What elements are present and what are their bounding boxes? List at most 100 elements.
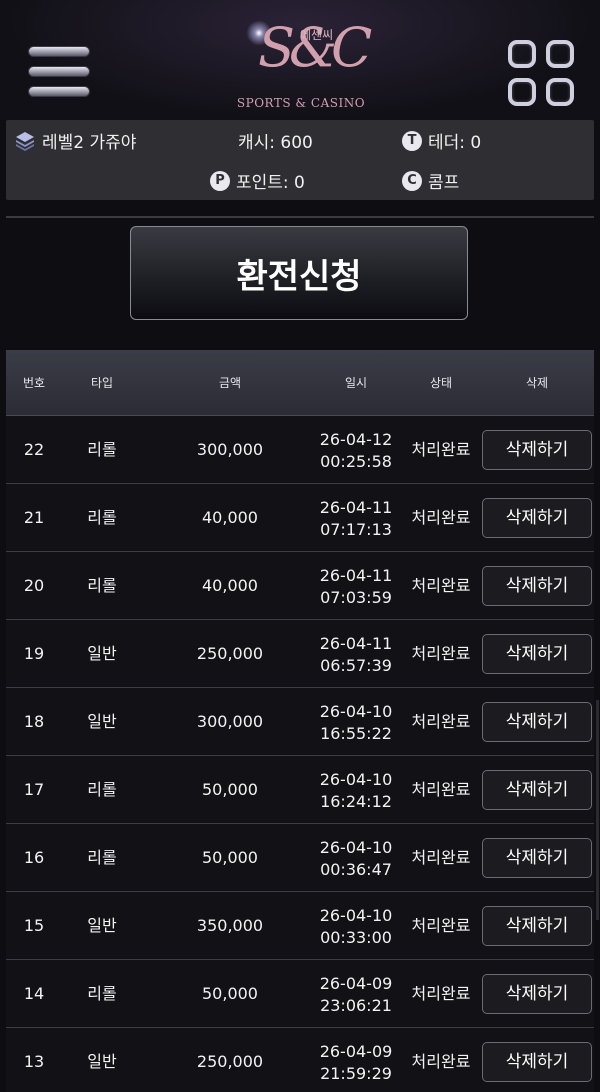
- row-amount: 40,000: [202, 508, 258, 527]
- table-row: 22 리롤 300,000 26-04-12 00:25:58 처리완료 삭제하기: [6, 416, 594, 484]
- level-info: 레벨2 가쥬야: [14, 128, 136, 153]
- row-status: 처리완료: [411, 712, 471, 731]
- row-amount: 300,000: [196, 440, 264, 459]
- delete-button[interactable]: 삭제하기: [482, 634, 592, 674]
- row-type: 리롤: [87, 984, 117, 1003]
- tether-t-icon: T: [402, 130, 422, 151]
- row-date: 26-04-10: [319, 702, 393, 721]
- tether-text: 테더: 0: [428, 133, 482, 153]
- row-type: 일반: [87, 1052, 117, 1071]
- row-amount: 50,000: [202, 984, 258, 1003]
- row-number: 14: [23, 984, 45, 1003]
- row-date: 26-04-10: [319, 770, 393, 789]
- level-layers-icon: [16, 131, 34, 151]
- row-status: 처리완료: [411, 440, 471, 459]
- row-time: 07:17:13: [320, 520, 392, 539]
- delete-button[interactable]: 삭제하기: [482, 498, 592, 538]
- table-row: 14 리롤 50,000 26-04-09 23:06:21 처리완료 삭제하기: [6, 960, 594, 1028]
- table-row: 21 리롤 40,000 26-04-11 07:17:13 처리완료 삭제하기: [6, 484, 594, 552]
- header-status: 상태: [429, 376, 453, 390]
- points-info: P 포인트: 0: [210, 168, 305, 193]
- divider: [6, 216, 594, 218]
- row-amount: 50,000: [202, 848, 258, 867]
- row-status: 처리완료: [411, 780, 471, 799]
- row-date: 26-04-11: [319, 634, 393, 653]
- grid-menu-icon[interactable]: [508, 40, 574, 106]
- row-date: 26-04-09: [319, 974, 393, 993]
- row-time: 16:24:12: [320, 792, 392, 811]
- points-text: 포인트: 0: [236, 173, 305, 193]
- site-logo[interactable]: S&C 에센씨 SPORTS & CASINO: [236, 8, 372, 112]
- row-amount: 250,000: [196, 1052, 264, 1071]
- points-p-icon: P: [210, 170, 230, 191]
- row-datetime: 26-04-09 21:59:29: [306, 1041, 406, 1085]
- delete-button[interactable]: 삭제하기: [482, 1042, 592, 1082]
- table-row: 15 일반 350,000 26-04-10 00:33:00 처리완료 삭제하기: [6, 892, 594, 960]
- row-amount: 250,000: [196, 644, 264, 663]
- level-text: 레벨2 가쥬야: [42, 133, 137, 153]
- row-time: 16:55:22: [320, 724, 392, 743]
- row-status: 처리완료: [411, 644, 471, 663]
- hamburger-menu-icon[interactable]: [28, 46, 90, 100]
- row-number: 20: [23, 576, 45, 595]
- row-time: 00:25:58: [320, 452, 392, 471]
- row-number: 21: [23, 508, 45, 527]
- row-time: 07:03:59: [320, 588, 392, 607]
- table-row: 17 리롤 50,000 26-04-10 16:24:12 처리완료 삭제하기: [6, 756, 594, 824]
- delete-button[interactable]: 삭제하기: [482, 430, 592, 470]
- table-header: 번호 타입 금액 일시 상태 삭제: [6, 350, 594, 416]
- logo-korean-text: 에센씨: [300, 28, 334, 42]
- comp-text[interactable]: 콤프: [428, 168, 459, 193]
- row-time: 00:36:47: [320, 860, 392, 879]
- row-datetime: 26-04-10 00:36:47: [306, 837, 406, 881]
- header-datetime: 일시: [344, 376, 368, 390]
- row-date: 26-04-09: [319, 1042, 393, 1061]
- row-type: 리롤: [87, 440, 117, 459]
- row-number: 22: [23, 440, 45, 459]
- row-type: 리롤: [87, 848, 117, 867]
- row-number: 13: [23, 1052, 45, 1071]
- row-datetime: 26-04-12 00:25:58: [306, 429, 406, 473]
- scrollbar[interactable]: [596, 700, 599, 920]
- top-header: S&C 에센씨 SPORTS & CASINO: [0, 0, 600, 120]
- row-status: 처리완료: [411, 916, 471, 935]
- comp-info[interactable]: C 콤프: [402, 168, 459, 193]
- row-date: 26-04-11: [319, 566, 393, 585]
- cash-text: 캐시: 600: [238, 133, 313, 153]
- delete-button[interactable]: 삭제하기: [482, 974, 592, 1014]
- logo-subtitle: SPORTS & CASINO: [236, 96, 366, 110]
- row-number: 18: [23, 712, 45, 731]
- delete-button[interactable]: 삭제하기: [482, 770, 592, 810]
- header-delete: 삭제: [525, 376, 549, 390]
- row-status: 처리완료: [411, 848, 471, 867]
- header-amount: 금액: [218, 376, 242, 390]
- row-amount: 50,000: [202, 780, 258, 799]
- row-status: 처리완료: [411, 984, 471, 1003]
- row-amount: 350,000: [196, 916, 264, 935]
- row-date: 26-04-10: [319, 906, 393, 925]
- row-type: 리롤: [87, 576, 117, 595]
- table-row: 18 일반 300,000 26-04-10 16:55:22 처리완료 삭제하기: [6, 688, 594, 756]
- row-amount: 40,000: [202, 576, 258, 595]
- delete-button[interactable]: 삭제하기: [482, 702, 592, 742]
- row-datetime: 26-04-11 07:03:59: [306, 565, 406, 609]
- delete-button[interactable]: 삭제하기: [482, 838, 592, 878]
- row-date: 26-04-12: [319, 430, 393, 449]
- row-datetime: 26-04-10 16:24:12: [306, 769, 406, 813]
- row-status: 처리완료: [411, 576, 471, 595]
- header-no: 번호: [22, 376, 46, 390]
- exchange-request-button[interactable]: 환전신청: [130, 226, 468, 320]
- delete-button[interactable]: 삭제하기: [482, 566, 592, 606]
- row-type: 리롤: [87, 780, 117, 799]
- delete-button[interactable]: 삭제하기: [482, 906, 592, 946]
- cash-info: 캐시: 600: [238, 128, 313, 153]
- row-datetime: 26-04-09 23:06:21: [306, 973, 406, 1017]
- row-datetime: 26-04-11 06:57:39: [306, 633, 406, 677]
- row-amount: 300,000: [196, 712, 264, 731]
- comp-c-icon: C: [402, 170, 422, 191]
- table-row: 16 리롤 50,000 26-04-10 00:36:47 처리완료 삭제하기: [6, 824, 594, 892]
- row-number: 16: [23, 848, 45, 867]
- table-row: 13 일반 250,000 26-04-09 21:59:29 처리완료 삭제하기: [6, 1028, 594, 1092]
- row-number: 15: [23, 916, 45, 935]
- row-datetime: 26-04-11 07:17:13: [306, 497, 406, 541]
